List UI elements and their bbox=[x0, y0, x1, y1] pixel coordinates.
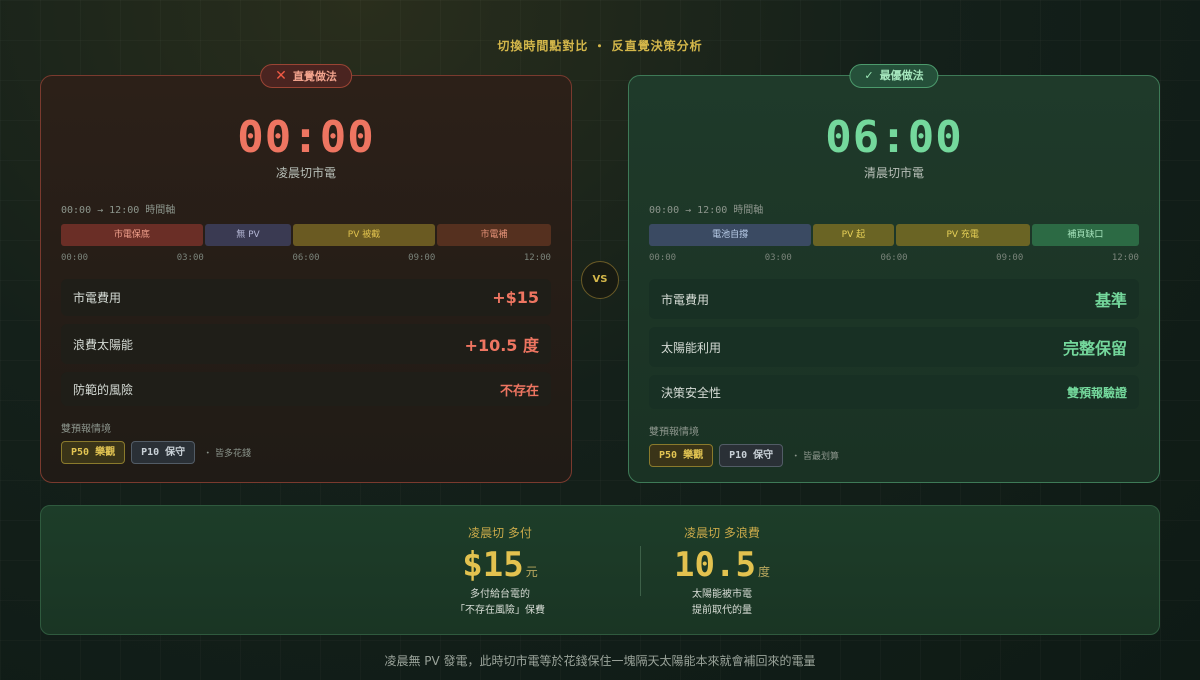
metric-value: 雙預報驗證 bbox=[1066, 385, 1127, 400]
summary-extra-cost: 凌晨切 多付 $15 元 多付給台電的 「不存在風險」保費 bbox=[390, 524, 610, 619]
summary-panel: 凌晨切 多付 $15 元 多付給台電的 「不存在風險」保費 凌晨切 多浪費 10.… bbox=[40, 505, 1160, 635]
metric-label: 浪費太陽能 bbox=[73, 337, 134, 352]
p10-chip: P10 保守 bbox=[719, 444, 784, 467]
summary-description: 提前取代的量 bbox=[692, 605, 752, 616]
summary-number: $15 bbox=[462, 545, 524, 585]
intuitive-badge: ✕ 直覺做法 bbox=[260, 64, 352, 88]
vs-marker: VS bbox=[581, 261, 619, 299]
summary-heading: 凌晨切 多付 bbox=[468, 526, 532, 540]
metric-label: 市電費用 bbox=[661, 292, 710, 307]
timeline-ticks: 00:00 03:00 06:00 09:00 12:00 bbox=[61, 253, 551, 263]
scenario-title: 雙預報情境 bbox=[649, 427, 699, 438]
tick-label: 12:00 bbox=[523, 253, 551, 263]
optimal-badge-label: 最優做法 bbox=[879, 69, 924, 82]
p50-chip: P50 樂觀 bbox=[649, 444, 714, 467]
timeline-segment: 補頁缺口 bbox=[1031, 224, 1139, 246]
timeline-segment: PV 被截 bbox=[293, 224, 435, 246]
intuitive-approach-card: ✕ 直覺做法 00:00 凌晨切市電 00:00 → 12:00 時間軸 市電保底… bbox=[40, 64, 572, 483]
timeline-bar: 市電保底 無 PV PV 被截 市電補 bbox=[61, 224, 551, 246]
tick-label: 12:00 bbox=[1111, 253, 1139, 263]
metric-row: 防範的風險 不存在 bbox=[61, 372, 551, 406]
summary-figure: $15 元 bbox=[390, 545, 610, 585]
tick-label: 09:00 bbox=[408, 253, 436, 263]
timeline-segment: 電池自撐 bbox=[649, 224, 812, 246]
metric-value: +$15 bbox=[492, 288, 539, 307]
metric-row: 決策安全性 雙預報驗證 bbox=[649, 375, 1139, 409]
summary-number: 10.5 bbox=[674, 545, 756, 585]
summary-unit: 度 bbox=[757, 565, 770, 579]
switch-time-subtitle: 凌晨切市電 bbox=[275, 166, 336, 180]
metric-value: 不存在 bbox=[499, 383, 539, 399]
summary-extra-waste: 凌晨切 多浪費 10.5 度 太陽能被市電 提前取代的量 bbox=[612, 524, 832, 619]
metric-row: 市電費用 +$15 bbox=[61, 279, 551, 316]
timeline-bar: 電池自撐 PV 起 PV 充電 補頁缺口 bbox=[649, 224, 1139, 246]
metric-value: 基準 bbox=[1094, 291, 1127, 310]
metric-value: +10.5 度 bbox=[464, 336, 539, 355]
metric-label: 決策安全性 bbox=[661, 385, 722, 400]
timeline-segment: 無 PV bbox=[204, 224, 292, 246]
tick-label: 03:00 bbox=[764, 253, 792, 263]
tick-label: 09:00 bbox=[996, 253, 1024, 263]
timeline-segment: PV 起 bbox=[813, 224, 894, 246]
tick-label: 06:00 bbox=[880, 253, 908, 263]
optimal-badge: ✓ 最優做法 bbox=[849, 64, 939, 88]
scenario-row: P50 樂觀 P10 保守 ・ 皆多花錢 bbox=[61, 441, 551, 464]
metric-row: 浪費太陽能 +10.5 度 bbox=[61, 324, 551, 364]
metric-label: 防範的風險 bbox=[73, 382, 134, 397]
scenario-title: 雙預報情境 bbox=[61, 424, 111, 435]
metrics-list: 市電費用 基準 太陽能利用 完整保留 決策安全性 雙預報驗證 bbox=[649, 279, 1139, 409]
timeline-axis-title: 00:00 → 12:00 時間軸 bbox=[61, 205, 176, 216]
page-title: 切換時間點對比 ・ 反直覺決策分析 bbox=[497, 39, 703, 53]
summary-heading: 凌晨切 多浪費 bbox=[684, 526, 760, 540]
scenario-note: ・ 皆多花錢 bbox=[203, 449, 252, 459]
timeline-segment: 市電保底 bbox=[61, 224, 203, 246]
tick-label: 00:00 bbox=[649, 253, 677, 263]
tick-label: 06:00 bbox=[292, 253, 320, 263]
check-icon: ✓ bbox=[864, 69, 874, 82]
metric-label: 太陽能利用 bbox=[661, 340, 722, 355]
metric-row: 市電費用 基準 bbox=[649, 279, 1139, 319]
cross-icon: ✕ bbox=[275, 68, 287, 84]
metric-label: 市電費用 bbox=[73, 291, 122, 305]
switch-time: 00:00 bbox=[237, 112, 375, 163]
metrics-list: 市電費用 +$15 浪費太陽能 +10.5 度 防範的風險 不存在 bbox=[61, 279, 551, 406]
footer-note: 凌晨無 PV 發電，此時切市電等於花錢保住一塊隔天太陽能本來就會補回來的電量 bbox=[384, 654, 816, 668]
summary-description: 太陽能被市電 bbox=[692, 589, 752, 600]
switch-time: 06:00 bbox=[825, 112, 963, 163]
scenario-note: ・ 皆最划算 bbox=[791, 452, 840, 462]
tick-label: 03:00 bbox=[176, 253, 204, 263]
intuitive-badge-label: 直覺做法 bbox=[292, 70, 337, 83]
timeline-segment: PV 充電 bbox=[895, 224, 1030, 246]
p10-chip: P10 保守 bbox=[131, 441, 196, 464]
scenario-row: P50 樂觀 P10 保守 ・ 皆最划算 bbox=[649, 444, 1139, 467]
summary-unit: 元 bbox=[525, 565, 538, 579]
switch-time-subtitle: 清晨切市電 bbox=[863, 166, 924, 180]
p50-chip: P50 樂觀 bbox=[61, 441, 126, 464]
timeline-ticks: 00:00 03:00 06:00 09:00 12:00 bbox=[649, 253, 1139, 263]
summary-description: 「不存在風險」保費 bbox=[455, 605, 545, 616]
summary-figure: 10.5 度 bbox=[612, 545, 832, 585]
tick-label: 00:00 bbox=[61, 253, 89, 263]
timeline-axis-title: 00:00 → 12:00 時間軸 bbox=[649, 205, 764, 216]
metric-row: 太陽能利用 完整保留 bbox=[649, 327, 1139, 367]
metric-value: 完整保留 bbox=[1062, 339, 1127, 358]
optimal-approach-card: ✓ 最優做法 06:00 清晨切市電 00:00 → 12:00 時間軸 電池自撐… bbox=[628, 64, 1160, 483]
timeline-segment: 市電補 bbox=[436, 224, 551, 246]
summary-description: 多付給台電的 bbox=[470, 589, 530, 600]
